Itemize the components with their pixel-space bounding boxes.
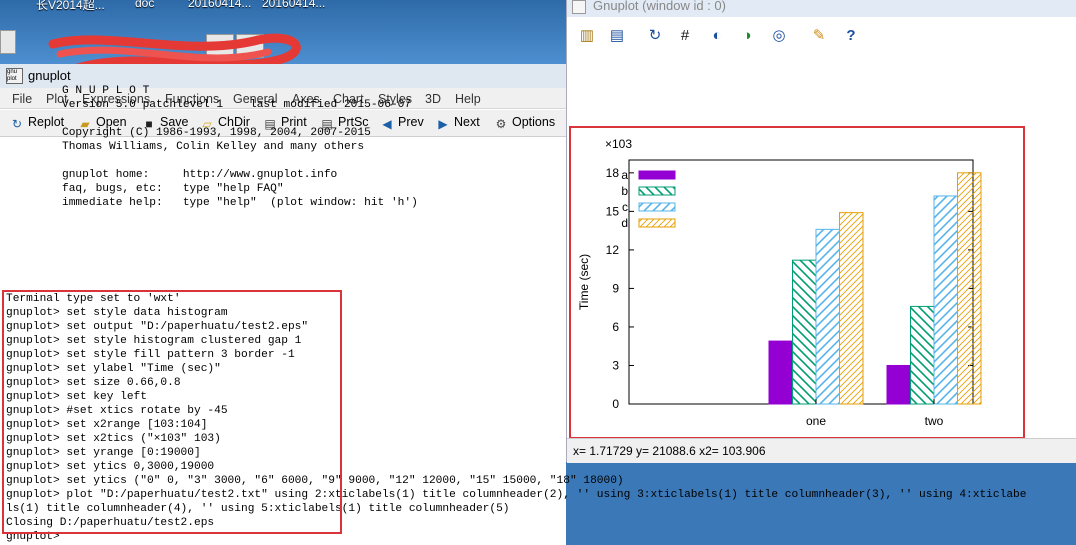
next-button[interactable]: ▶ Next <box>436 115 479 131</box>
console-banner-line: faq, bugs, etc: type "help FAQ" <box>62 183 284 195</box>
console-banner-line: Version 5.0 patchlevel 1 last modified 2… <box>62 99 412 111</box>
menu-3d[interactable]: 3D <box>425 92 441 106</box>
replot-icon: ↻ <box>11 117 23 131</box>
prev-arrow-icon: ◀ <box>382 117 392 131</box>
desktop-background: 长V2014超... doc 20160414... 20160414... <box>0 0 566 86</box>
options-button[interactable]: ⚙ Options <box>494 115 555 131</box>
highlight-annotation-box <box>2 290 342 534</box>
desktop-icon-label[interactable]: 20160414... <box>262 0 325 10</box>
console-title: gnuplot <box>28 68 71 83</box>
plot-highlight-annotation-box <box>569 126 1025 439</box>
console-banner-line: Copyright (C) 1986-1993, 1998, 2004, 200… <box>62 127 371 139</box>
recycle-bin-icon[interactable] <box>0 30 16 54</box>
menu-help[interactable]: Help <box>455 92 481 106</box>
options-gear-icon: ⚙ <box>495 117 507 131</box>
prev-button[interactable]: ◀ Prev <box>380 115 423 131</box>
console-banner-line: immediate help: type "help" (plot window… <box>62 197 418 209</box>
menu-file[interactable]: File <box>12 92 32 106</box>
console-banner-line: gnuplot home: http://www.gnuplot.info <box>62 169 338 181</box>
plot-status-bar: x= 1.71729 y= 21088.6 x2= 103.906 <box>567 438 1076 463</box>
next-arrow-icon: ▶ <box>438 117 448 131</box>
coordinate-readout: x= 1.71729 y= 21088.6 x2= 103.906 <box>573 444 766 458</box>
console-banner-line: G N U P L O T <box>62 85 150 97</box>
console-banner-line: Thomas Williams, Colin Kelley and many o… <box>62 141 365 153</box>
desktop-icon-label[interactable]: 长V2014超... <box>36 0 105 13</box>
desktop-icon-label[interactable]: 20160414... <box>188 0 251 10</box>
replot-button[interactable]: ↻ Replot <box>10 115 64 131</box>
desktop-icon-label[interactable]: doc <box>135 0 154 10</box>
gnuplot-app-icon: gnu plot <box>6 68 23 84</box>
plot-window: Gnuplot (window id : 0) ▥ ▤ ↻ # ◐ ◑ ◎ ✎ … <box>566 0 1076 463</box>
